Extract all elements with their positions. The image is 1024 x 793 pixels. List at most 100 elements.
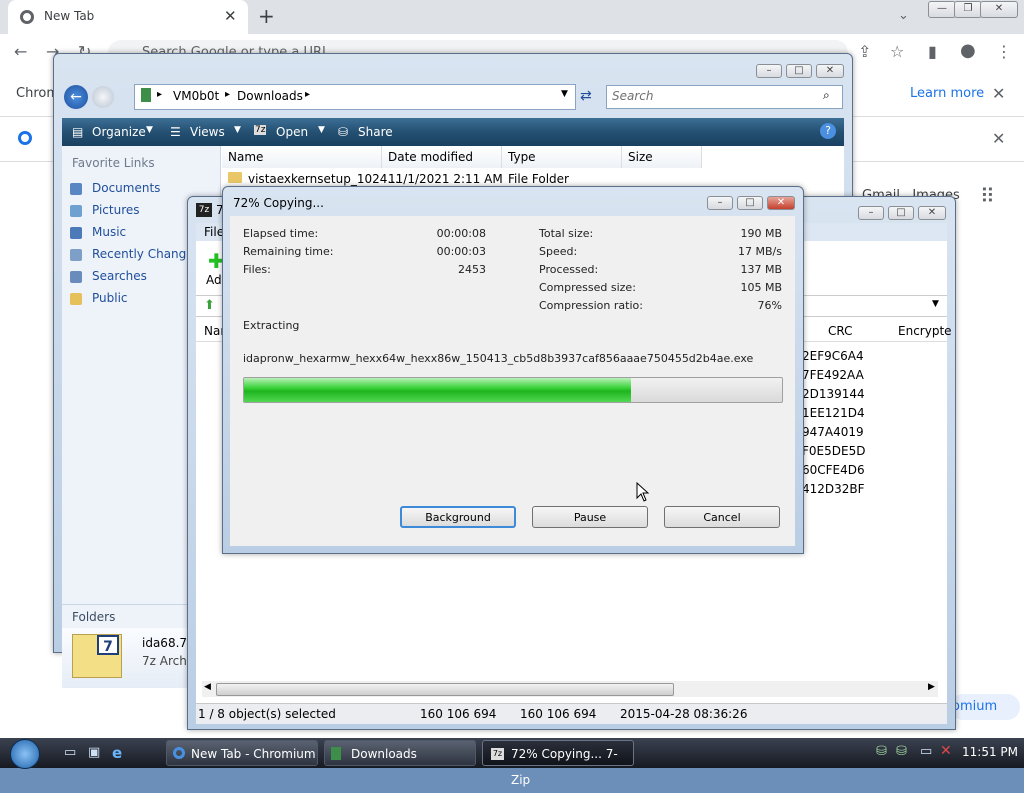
7zip-maximize-button[interactable]: □	[888, 206, 914, 220]
share-folder-icon: ⛁	[338, 125, 349, 139]
7z-archive-icon: 7	[72, 634, 122, 678]
crc-value: 1EE121D4	[802, 406, 865, 420]
breadcrumb-downloads[interactable]: Downloads	[237, 89, 303, 103]
back-icon[interactable]: ←	[14, 42, 27, 61]
progress-bar	[243, 377, 783, 403]
path-dropdown-icon[interactable]: ▼	[932, 299, 939, 309]
chrome-close-button[interactable]: ✕	[980, 1, 1018, 18]
explorer-minimize-button[interactable]: –	[756, 64, 782, 78]
breadcrumb-vm0b0t[interactable]: VM0b0t	[173, 89, 219, 103]
tab-search-chevron-icon[interactable]: ⌄	[898, 8, 909, 23]
bookmark-star-icon[interactable]: ☆	[890, 42, 904, 61]
total-size-value: 190 MB	[740, 227, 782, 240]
dialog-close-button[interactable]: ✕	[767, 196, 795, 210]
taskbar-item-chromium[interactable]: New Tab - Chromium	[166, 740, 318, 766]
share-button[interactable]: Share	[358, 125, 393, 139]
help-icon[interactable]: ?	[820, 123, 836, 139]
horizontal-scrollbar[interactable]: ◀ ▶	[202, 681, 938, 697]
chromium-taskbar-icon	[173, 747, 185, 759]
start-button[interactable]	[6, 738, 50, 769]
status-packed: 160 106 694	[520, 707, 597, 721]
organize-icon: ▤	[72, 125, 84, 139]
total-size-label: Total size:	[539, 227, 594, 240]
dialog-maximize-button[interactable]: □	[737, 196, 763, 210]
elapsed-value: 00:00:08	[436, 227, 486, 240]
profile-avatar-icon[interactable]: ●	[960, 40, 976, 61]
apps-grid-icon[interactable]: ⠿	[980, 184, 995, 208]
scroll-left-icon[interactable]: ◀	[204, 682, 211, 692]
clock[interactable]: 11:51 PM	[962, 745, 1018, 759]
crc-value: 412D32BF	[802, 482, 865, 496]
search-icon[interactable]: ⌕	[823, 88, 830, 103]
nav-recently-changed[interactable]: Recently Changed	[92, 247, 201, 261]
open-button[interactable]: Open	[276, 125, 308, 139]
nav-music[interactable]: Music	[92, 225, 126, 239]
new-tab-icon[interactable]: +	[258, 4, 275, 28]
tab-close-icon[interactable]: ✕	[224, 7, 237, 25]
switch-windows-icon[interactable]: ▣	[88, 745, 100, 760]
explorer-forward-icon[interactable]	[92, 86, 114, 108]
sync-tray-icon[interactable]: ⛁	[896, 744, 907, 759]
compression-ratio-label: Compression ratio:	[539, 299, 643, 312]
processed-value: 137 MB	[740, 263, 782, 276]
scroll-right-icon[interactable]: ▶	[928, 682, 935, 692]
nav-searches[interactable]: Searches	[92, 269, 147, 283]
mouse-cursor-icon	[636, 482, 650, 502]
explorer-search-input[interactable]: Search ⌕	[606, 85, 843, 109]
column-header-size[interactable]: Size	[622, 146, 702, 168]
monitor-tray-icon[interactable]: ▭	[920, 744, 932, 759]
column-header-name[interactable]: Name	[222, 146, 382, 168]
nav-documents[interactable]: Documents	[92, 181, 160, 195]
background-button[interactable]: Background	[400, 506, 516, 528]
network-tray-icon[interactable]: ⛁	[876, 744, 887, 759]
explorer-close-button[interactable]: ✕	[816, 64, 844, 78]
side-panel-icon[interactable]: ▮	[928, 42, 937, 61]
infobar-close-icon[interactable]: ✕	[992, 84, 1005, 103]
cancel-button[interactable]: Cancel	[664, 506, 780, 528]
views-button[interactable]: Views	[190, 125, 225, 139]
tab-new-tab[interactable]: New Tab ✕	[8, 0, 248, 34]
remaining-label: Remaining time:	[243, 245, 334, 258]
nav-pictures[interactable]: Pictures	[92, 203, 140, 217]
nav-public[interactable]: Public	[92, 291, 128, 305]
address-bar[interactable]: ▸ VM0b0t ▸ Downloads ▸ ▼	[134, 84, 576, 110]
column-header-date[interactable]: Date modified	[382, 146, 502, 168]
learn-more-link[interactable]: Learn more	[910, 86, 984, 101]
7zip-app-icon: 7z	[196, 203, 212, 217]
7zip-status-bar: 1 / 8 object(s) selected 160 106 694 160…	[196, 703, 947, 724]
refresh-icon[interactable]: ⇄	[580, 88, 592, 104]
explorer-back-icon[interactable]: ←	[64, 85, 88, 109]
column-crc[interactable]: CRC	[828, 324, 853, 338]
organize-button[interactable]: Organize	[92, 125, 146, 139]
pause-button[interactable]: Pause	[532, 506, 648, 528]
dialog-minimize-button[interactable]: –	[707, 196, 733, 210]
column-header-type[interactable]: Type	[502, 146, 622, 168]
share-icon[interactable]: ⇪	[858, 42, 871, 61]
tab-strip: New Tab ✕ + ⌄ — ❐ ✕	[0, 0, 1024, 34]
infobar2-close-icon[interactable]: ✕	[992, 129, 1005, 148]
chrome-favicon-icon	[20, 10, 34, 24]
taskbar-item-7zip-label: 72% Copying... 7-Zip	[511, 747, 618, 787]
taskbar-item-downloads[interactable]: Downloads	[324, 740, 476, 766]
chrome-menu-icon[interactable]: ⋮	[996, 42, 1012, 61]
column-encrypted[interactable]: Encrypte	[898, 324, 952, 338]
folder-up-icon[interactable]: ⬆	[204, 298, 215, 313]
7zip-close-button[interactable]: ✕	[918, 206, 946, 220]
column-name-label: Name	[228, 150, 264, 164]
7zip-minimize-button[interactable]: –	[858, 206, 884, 220]
address-dropdown-icon[interactable]: ▼	[561, 89, 568, 99]
chrome-minimize-button[interactable]: —	[928, 1, 956, 18]
volume-muted-icon[interactable]: ✕	[940, 743, 952, 759]
scrollbar-thumb[interactable]	[216, 683, 674, 696]
explorer-maximize-button[interactable]: □	[786, 64, 812, 78]
folders-label: Folders	[72, 610, 116, 624]
views-icon: ☰	[170, 125, 181, 139]
crc-value: 7FE492AA	[802, 368, 864, 382]
chrome-maximize-button[interactable]: ❐	[954, 1, 982, 18]
status-modified: 2015-04-28 08:36:26	[620, 707, 748, 721]
internet-explorer-icon[interactable]: e	[112, 744, 122, 762]
show-desktop-icon[interactable]: ▭	[64, 745, 76, 760]
explorer-taskbar-icon	[331, 747, 341, 760]
column-date-label: Date modified	[388, 150, 474, 164]
taskbar-item-7zip[interactable]: 7z 72% Copying... 7-Zip	[482, 740, 634, 787]
